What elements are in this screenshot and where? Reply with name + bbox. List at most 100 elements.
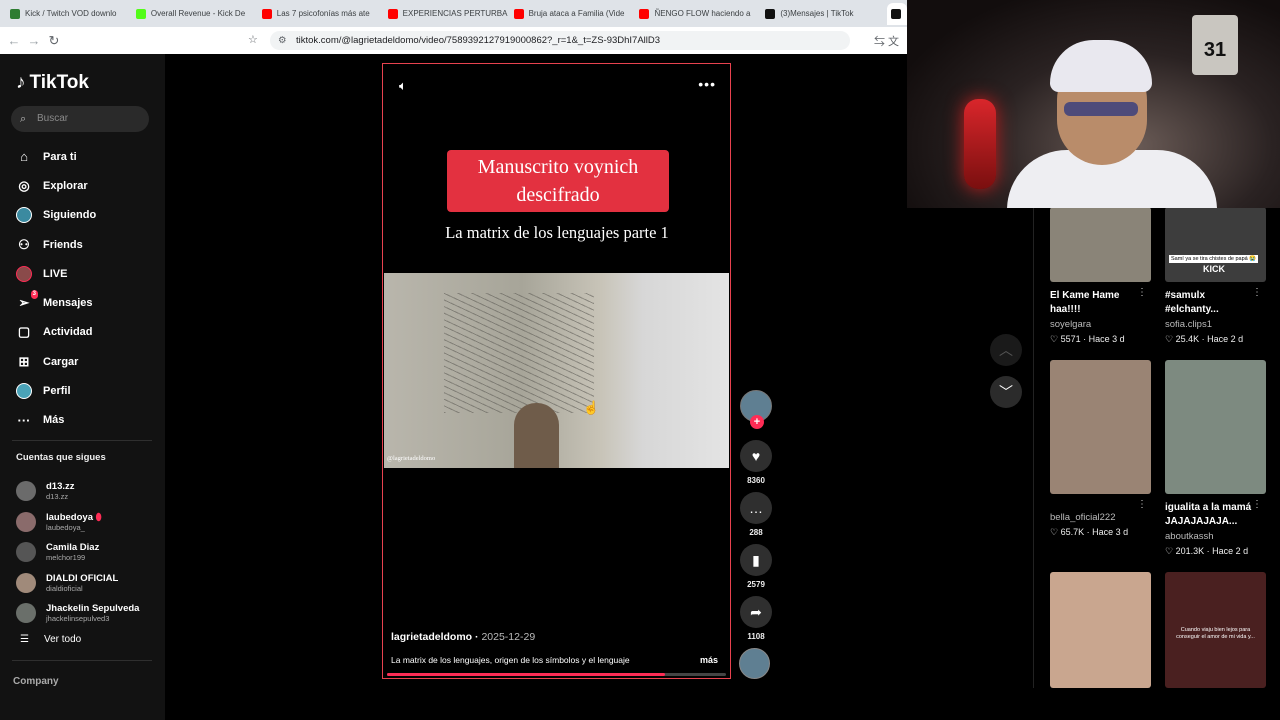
nav-item-mensajes[interactable]: ➢ 3 Mensajes (16, 288, 156, 317)
bookmark-icon[interactable]: ☆ (248, 33, 258, 46)
video-card[interactable]: Samí ya se tira chistes de papá 😭 KICK ⋮… (1165, 207, 1266, 345)
nav-item-explorar[interactable]: ◎ Explorar (16, 171, 156, 200)
friends-icon: ⚇ (18, 236, 30, 252)
kick-logo: KICK (1203, 264, 1225, 274)
following-account[interactable]: Jhackelin Sepulveda jhackelinsepulved3 (16, 598, 161, 629)
browser-tab[interactable]: EXPERIENCIAS PERTURBA (384, 3, 508, 25)
video-card[interactable]: ⋮ bella_oficial222 ♡ 65.7K · Hace 3 d (1050, 360, 1151, 538)
video-player[interactable]: 🔈︎ ••• Manuscrito voynich descifrado La … (382, 63, 731, 679)
creator-avatar[interactable]: + (740, 390, 772, 429)
back-icon[interactable]: ← (4, 33, 24, 48)
nav-item-cargar[interactable]: ⊞ Cargar (16, 347, 156, 376)
music-disc-avatar[interactable] (739, 648, 770, 679)
browser-tab[interactable]: Las 7 psicofonías más ate (258, 3, 382, 25)
profile-avatar-icon (16, 383, 32, 400)
list-icon: ☰ (20, 634, 29, 645)
more-description-button[interactable]: más (700, 655, 718, 665)
home-icon: ⌂ (20, 149, 28, 165)
company-link[interactable]: Company (13, 676, 59, 687)
card-more-icon[interactable]: ⋮ (1137, 287, 1147, 298)
tiktok-icon (891, 8, 902, 19)
video-card[interactable] (1050, 572, 1151, 688)
card-title: El Kame Hame haa!!!! (1050, 290, 1120, 315)
heart-outline-icon: ♡ (1050, 527, 1059, 537)
video-progress-fill (387, 673, 665, 676)
following-account[interactable]: DIALDI OFICIAL dialdioficial (16, 568, 161, 599)
browser-tab[interactable]: Bruja ataca a Familia (Vide (510, 3, 634, 25)
following-avatar-icon (16, 207, 32, 224)
share-button[interactable]: ➦ 1108 (740, 596, 772, 641)
next-video-button[interactable]: ﹀ (990, 376, 1022, 408)
search-input[interactable]: ⌕ Buscar (11, 106, 149, 132)
reload-icon[interactable]: ↻ (44, 33, 64, 49)
site-info-icon[interactable]: ⚙ (278, 31, 287, 50)
card-more-icon[interactable]: ⋮ (1252, 499, 1262, 510)
url-text: tiktok.com/@lagrietadeldomo/video/758939… (296, 35, 661, 46)
compass-icon: ◎ (18, 177, 30, 193)
like-button[interactable]: ♥ 8360 (740, 440, 772, 485)
card-likes: 25.4K (1175, 334, 1200, 344)
video-thumbnail: Cuando viaju bien lejos para conseguir e… (1165, 572, 1266, 688)
video-subtitle-overlay: La matrix de los lenguajes parte 1 (445, 223, 669, 242)
browser-tab[interactable]: Kick / Twitch VOD downlo (6, 3, 130, 25)
card-likes: 5571 (1060, 334, 1081, 344)
card-stats: ♡ 25.4K · Hace 2 d (1165, 334, 1244, 344)
save-button[interactable]: ▮ 2579 (740, 544, 772, 589)
forward-icon[interactable]: → (24, 33, 44, 48)
avatar (16, 511, 36, 532)
video-card[interactable]: ⋮ El Kame Hame haa!!!! soyelgara ♡ 5571 … (1050, 207, 1151, 345)
nav-label: Explorar (43, 179, 88, 192)
nav-label: Friends (43, 238, 83, 251)
url-field[interactable]: ⚙ tiktok.com/@lagrietadeldomo/video/75893… (270, 31, 850, 50)
tiktok-logo[interactable]: ♪ TikTok (16, 72, 89, 94)
account-name: d13.zz (46, 481, 75, 493)
following-account[interactable]: d13.zz d13.zz (16, 476, 161, 507)
tab-label: EXPERIENCIAS PERTURBA (402, 9, 508, 18)
address-bar: ← → ↻ ☆ ⚙ tiktok.com/@lagrietadeldomo/vid… (0, 27, 907, 54)
nav-item-para-ti[interactable]: ⌂ Para ti (16, 142, 156, 171)
nav-item-siguiendo[interactable]: Siguiendo (16, 201, 156, 230)
jersey-shape: 31 (1192, 15, 1238, 75)
card-more-icon[interactable]: ⋮ (1137, 499, 1147, 510)
see-all-link[interactable]: ☰ Ver todo (20, 634, 81, 645)
card-user: bella_oficial222 (1050, 512, 1116, 523)
avatar (16, 603, 36, 624)
more-options-icon[interactable]: ••• (698, 76, 716, 92)
search-icon: ⌕ (20, 113, 27, 125)
previous-video-button[interactable]: ︿ (990, 334, 1022, 366)
nav-item-friends[interactable]: ⚇ Friends (16, 230, 156, 259)
live-avatar-icon (16, 265, 32, 282)
nav-item-actividad[interactable]: ▢ Actividad (16, 318, 156, 347)
divider (12, 440, 152, 441)
tab-label: Kick / Twitch VOD downlo (25, 9, 117, 18)
account-name: Jhackelin Sepulveda (46, 603, 140, 615)
messages-icon: ➢ 3 (18, 290, 38, 311)
comment-button[interactable]: … 288 (740, 492, 772, 537)
video-date: 2025-12-29 (481, 631, 536, 643)
tab-favicon (135, 8, 146, 19)
browser-tab[interactable]: ÑENGO FLOW haciendo a (635, 3, 759, 25)
card-more-icon[interactable]: ⋮ (1252, 287, 1262, 298)
nav-item-mas[interactable]: ··· Más (16, 406, 156, 435)
video-card[interactable]: ⋮ igualita a la mamá JAJAJAJAJA... about… (1165, 360, 1266, 557)
video-author[interactable]: lagrietadeldomo (391, 631, 472, 643)
active-browser-tab[interactable] (887, 2, 908, 25)
follow-plus-icon[interactable]: + (750, 415, 764, 429)
youtube-icon (387, 8, 398, 19)
nav-label: Mensajes (43, 297, 93, 310)
video-card[interactable]: Cuando viaju bien lejos para conseguir e… (1165, 572, 1266, 688)
video-progress-bar[interactable] (387, 673, 726, 676)
nav-item-perfil[interactable]: Perfil (16, 376, 156, 405)
browser-tab[interactable]: Overall Revenue - Kick De (132, 3, 256, 25)
browser-tab[interactable]: (3)Mensajes | TikTok (761, 3, 885, 25)
nav-label: Actividad (43, 326, 93, 339)
volume-icon[interactable]: 🔈︎ (399, 78, 407, 94)
following-account[interactable]: laubedoya ⬮ laubedoya_ (16, 507, 161, 538)
search-placeholder: Buscar (37, 113, 69, 124)
translate-icon[interactable]: ⇆ 文 (874, 33, 899, 49)
thumbnail-caption: Cuando viaju bien lejos para conseguir e… (1176, 627, 1255, 640)
video-description: La matrix de los lenguajes, origen de lo… (391, 655, 630, 665)
nav-item-live[interactable]: LIVE (16, 259, 156, 288)
following-account[interactable]: Camila Diaz melchor199 (16, 537, 161, 568)
streamer-cap (1050, 40, 1152, 92)
